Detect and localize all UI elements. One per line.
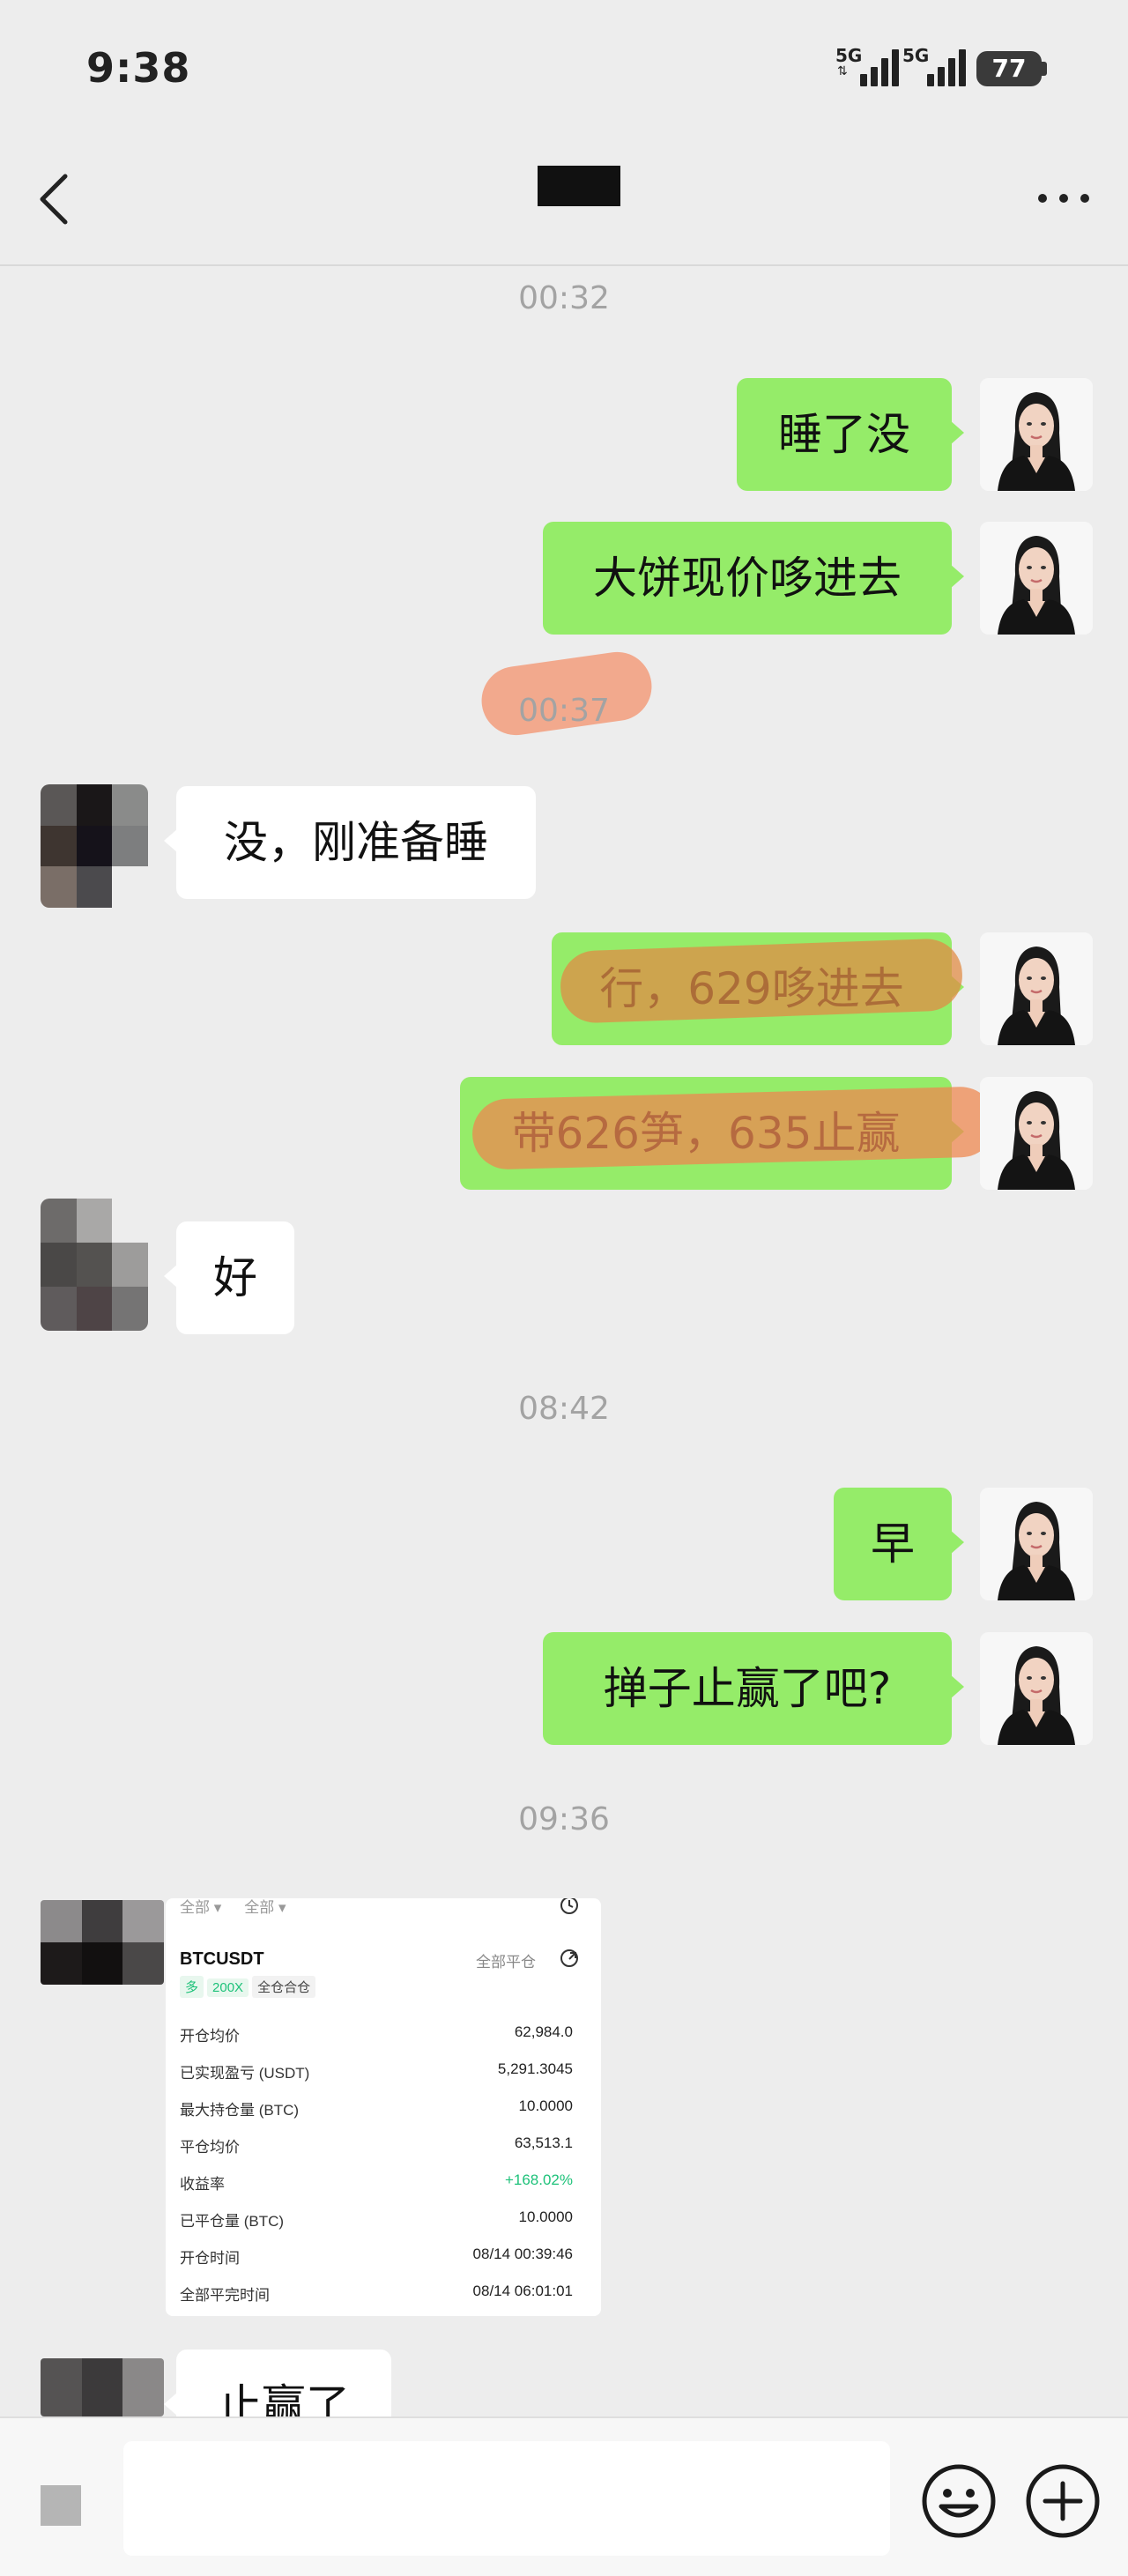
- trade-symbol: BTCUSDT: [180, 1949, 264, 1969]
- timestamp: 09:36: [518, 1801, 610, 1837]
- close-all-label: 全部平仓: [476, 1954, 536, 1971]
- trade-row: 平仓均价 63,513.1: [180, 2134, 573, 2156]
- signal-strength-icon-2: 5G: [902, 46, 973, 86]
- message-bubble-received[interactable]: 好: [164, 1221, 294, 1334]
- chat-header: [0, 132, 1128, 266]
- message-clip: 止赢了: [0, 2344, 1128, 2416]
- avatar[interactable]: [980, 522, 1093, 635]
- avatar-pixelated[interactable]: [41, 2358, 164, 2416]
- leverage-tag: 200X: [207, 1978, 249, 1997]
- trade-row: 已实现盈亏 (USDT) 5,291.3045: [180, 2060, 573, 2082]
- trade-row: 开仓时间 08/14 00:39:46: [180, 2246, 573, 2267]
- avatar-pixelated[interactable]: [41, 1900, 164, 1985]
- chevron-left-icon[interactable]: [33, 171, 78, 227]
- avatar-pixelated[interactable]: [41, 1199, 148, 1331]
- clock-icon: [560, 1898, 578, 1914]
- avatar[interactable]: [980, 378, 1093, 491]
- message-bubble-received[interactable]: 止赢了: [164, 2350, 391, 2416]
- plus-circle-icon[interactable]: [1024, 2462, 1102, 2540]
- status-bar: 9:38 5G ⇅ 5G 77: [0, 0, 1128, 132]
- trade-row: 已平仓量 (BTC) 10.0000: [180, 2209, 573, 2230]
- message-bubble-sent[interactable]: 大饼现价哆进去: [543, 522, 964, 635]
- share-icon: [560, 1949, 578, 1967]
- signal-strength-icon: 5G ⇅: [835, 46, 906, 86]
- smiley-icon[interactable]: [920, 2462, 998, 2540]
- avatar-pixelated[interactable]: [41, 784, 148, 908]
- trade-row: 最大持仓量 (BTC) 10.0000: [180, 2097, 573, 2119]
- status-time: 9:38: [86, 44, 191, 92]
- input-bar: [0, 2416, 1128, 2576]
- battery-tip: [1042, 62, 1047, 76]
- battery-icon: 77: [976, 51, 1042, 86]
- avatar[interactable]: [980, 932, 1093, 1045]
- timestamp: 00:37: [518, 693, 610, 729]
- timestamp: 00:32: [518, 280, 610, 316]
- chat-title-redacted: [538, 166, 620, 206]
- timestamp: 08:42: [518, 1391, 610, 1427]
- filter-label: 全部 ▾: [244, 1899, 286, 1916]
- message-bubble-sent[interactable]: 掸子止赢了吧?: [543, 1632, 964, 1745]
- trade-row: 开仓均价 62,984.0: [180, 2023, 573, 2045]
- position-tags: 多 200X 全仓合仓: [180, 1976, 319, 1998]
- margin-mode-tag: 全仓合仓: [252, 1976, 316, 1998]
- trade-screenshot-image[interactable]: 全部 ▾ 全部 ▾ BTCUSDT 全部平仓 多 200X 全仓合仓 开仓均价 62,9…: [166, 1898, 601, 2316]
- voice-toggle-button[interactable]: [41, 2485, 81, 2526]
- filter-label: 全部 ▾: [180, 1899, 222, 1916]
- message-bubble-sent[interactable]: 睡了没: [737, 378, 964, 491]
- message-bubble-sent[interactable]: 行，629哆进去: [552, 932, 964, 1045]
- trade-row: 全部平完时间 08/14 06:01:01: [180, 2283, 573, 2304]
- side-tag: 多: [180, 1976, 204, 1998]
- message-bubble-sent[interactable]: 带626笋，635止赢: [460, 1077, 964, 1190]
- trade-row: 收益率 +168.02%: [180, 2171, 573, 2193]
- avatar[interactable]: [980, 1632, 1093, 1745]
- more-dots-icon[interactable]: [1038, 185, 1093, 212]
- filter-row: 全部 ▾ 全部 ▾: [180, 1898, 309, 1917]
- message-input[interactable]: [123, 2441, 890, 2556]
- message-bubble-received[interactable]: 没，刚准备睡: [164, 786, 536, 899]
- avatar[interactable]: [980, 1077, 1093, 1190]
- message-bubble-sent[interactable]: 早: [834, 1488, 964, 1600]
- avatar[interactable]: [980, 1488, 1093, 1600]
